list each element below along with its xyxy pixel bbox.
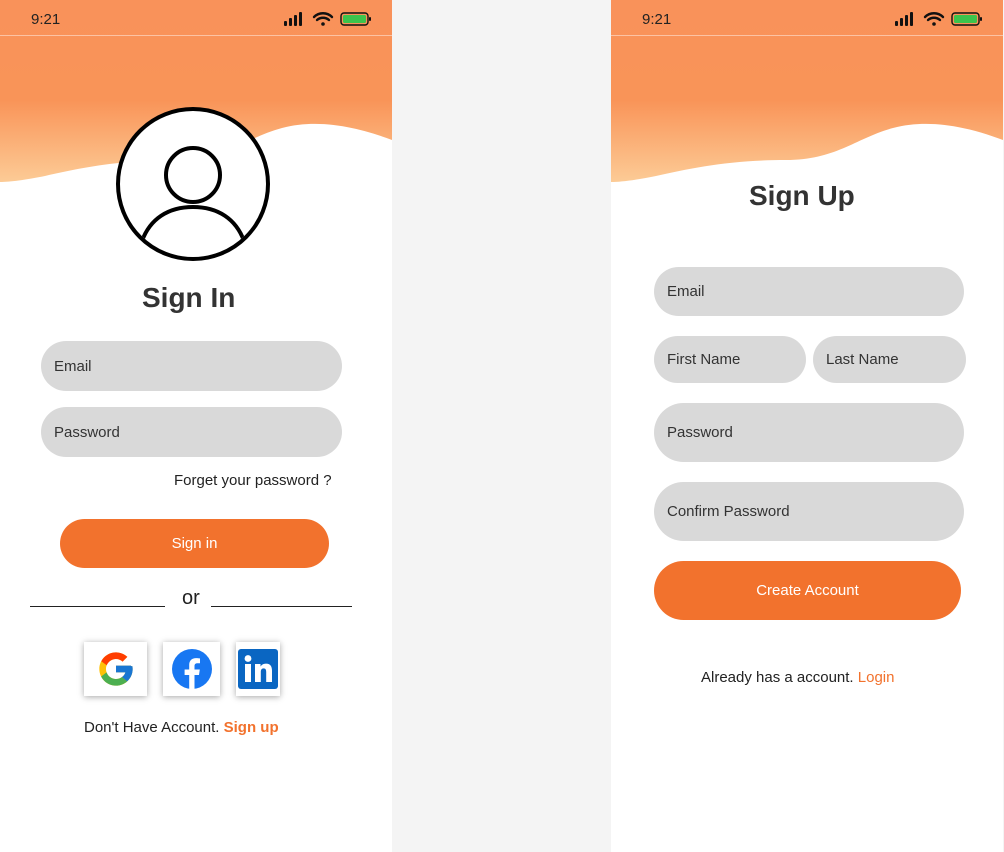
- email-placeholder: Email: [667, 283, 705, 300]
- login-link[interactable]: Login: [858, 669, 895, 686]
- battery-icon: [340, 12, 371, 26]
- linkedin-button[interactable]: [236, 642, 280, 696]
- signal-icon: [284, 12, 302, 26]
- user-icon: [140, 146, 246, 242]
- wifi-icon: [923, 12, 945, 26]
- last-name-field[interactable]: Last Name: [813, 336, 966, 383]
- signin-button[interactable]: Sign in: [60, 519, 329, 568]
- avatar: [116, 107, 270, 261]
- status-icons: [895, 12, 982, 26]
- no-account-text: Don't Have Account.: [84, 719, 220, 736]
- signup-screen: 9:21 Sign Up Email First Name Last Name …: [611, 0, 1003, 852]
- login-prompt: Already has a account. Login: [701, 669, 894, 686]
- status-time: 9:21: [642, 11, 672, 28]
- last-name-placeholder: Last Name: [826, 351, 899, 368]
- has-account-text: Already has a account.: [701, 669, 854, 686]
- password-placeholder: Password: [54, 423, 120, 441]
- linkedin-icon: [238, 649, 278, 689]
- confirm-password-field[interactable]: Confirm Password: [654, 482, 964, 541]
- wifi-icon: [312, 12, 334, 26]
- facebook-button[interactable]: [163, 642, 220, 696]
- signin-screen: 9:21 Sign In Email Password Forget your …: [0, 0, 392, 852]
- facebook-icon: [171, 649, 212, 689]
- forgot-password-link[interactable]: Forget your password ?: [174, 472, 332, 489]
- signal-icon: [895, 12, 913, 26]
- status-bar: 9:21: [0, 0, 392, 36]
- divider-left: [30, 606, 165, 607]
- create-account-button[interactable]: Create Account: [654, 561, 961, 620]
- or-text: or: [182, 587, 200, 609]
- email-field[interactable]: Email: [654, 267, 964, 316]
- email-field[interactable]: Email: [41, 341, 342, 391]
- battery-icon: [951, 12, 982, 26]
- google-icon: [98, 652, 133, 686]
- signup-link[interactable]: Sign up: [224, 719, 279, 736]
- status-bar: 9:21: [611, 0, 1003, 36]
- divider-right: [211, 606, 352, 607]
- password-placeholder: Password: [667, 424, 733, 441]
- first-name-placeholder: First Name: [667, 351, 741, 368]
- password-field[interactable]: Password: [41, 407, 342, 457]
- first-name-field[interactable]: First Name: [654, 336, 806, 383]
- email-placeholder: Email: [54, 357, 92, 375]
- signup-prompt: Don't Have Account. Sign up: [84, 719, 279, 736]
- page-title: Sign Up: [749, 180, 855, 211]
- google-button[interactable]: [84, 642, 147, 696]
- page-title: Sign In: [142, 282, 236, 313]
- status-icons: [284, 12, 371, 26]
- status-time: 9:21: [31, 11, 61, 28]
- confirm-password-placeholder: Confirm Password: [667, 503, 790, 520]
- password-field[interactable]: Password: [654, 403, 964, 462]
